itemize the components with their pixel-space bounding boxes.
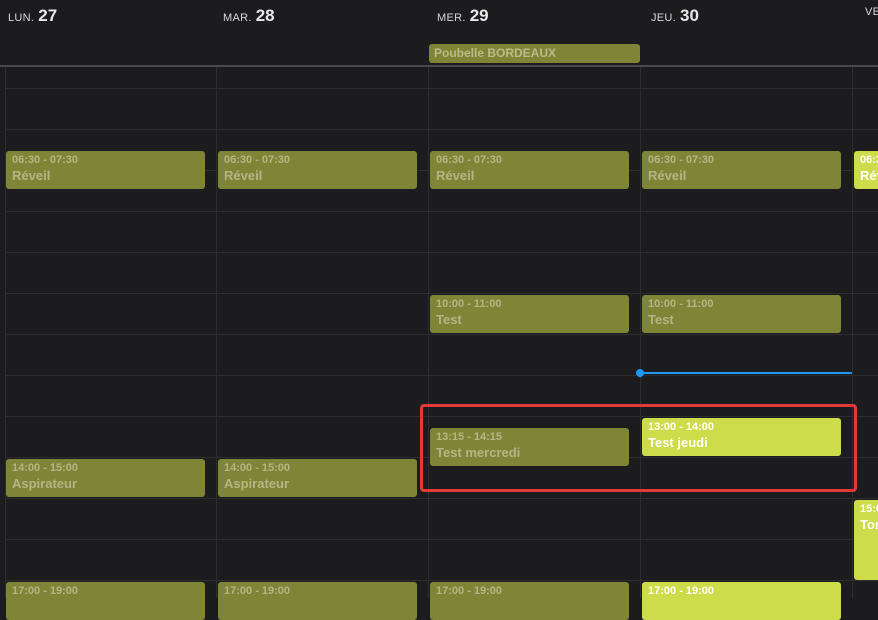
- day-number: 30: [680, 6, 699, 25]
- highlight-box: [420, 404, 857, 492]
- day-header-tue[interactable]: MAR. 28: [223, 6, 275, 26]
- event-title: Réveil: [224, 168, 263, 183]
- event-title: Aspirateur: [224, 476, 290, 491]
- event-title: Aspirateur: [12, 476, 78, 491]
- day-header-thu[interactable]: JEU. 30: [651, 6, 699, 26]
- hour-line: [5, 539, 878, 540]
- event-time: 06:30 - 07:30: [648, 154, 715, 166]
- event-title: Test: [648, 312, 674, 327]
- allday-event[interactable]: Poubelle BORDEAUX: [429, 44, 640, 63]
- hour-line: [5, 375, 878, 376]
- event-time: 14:00 - 15:00: [224, 462, 291, 474]
- hour-line: [5, 580, 878, 581]
- event-time: 17:00 - 19:00: [224, 585, 291, 597]
- event-reveil-fri[interactable]: 06:3 Rév: [854, 151, 878, 189]
- event-time: 17:00 - 19:00: [648, 585, 715, 597]
- hour-line: [5, 498, 878, 499]
- day-number: 29: [469, 6, 489, 25]
- event-aspirateur-tue[interactable]: 14:00 - 15:00 Aspirateur: [218, 459, 417, 497]
- event-title: Rév: [860, 168, 878, 183]
- event-evening-tue[interactable]: 17:00 - 19:00: [218, 582, 417, 620]
- hour-line: [5, 252, 878, 253]
- event-reveil-mon[interactable]: 06:30 - 07:30 Réveil: [6, 151, 205, 189]
- event-reveil-thu[interactable]: 06:30 - 07:30 Réveil: [642, 151, 841, 189]
- event-evening-thu[interactable]: 17:00 - 19:00: [642, 582, 841, 620]
- day-column-divider: [640, 67, 641, 598]
- hour-line: [5, 88, 878, 89]
- day-column-divider: [852, 67, 853, 598]
- day-header-mon[interactable]: LUN. 27: [8, 6, 57, 26]
- event-title: Réveil: [436, 168, 475, 183]
- current-time-dot: [636, 369, 644, 377]
- event-time: 17:00 - 19:00: [436, 585, 503, 597]
- event-time: 10:00 - 11:00: [648, 298, 714, 310]
- day-header-wed[interactable]: MER. 29: [437, 6, 489, 26]
- day-name: JEU.: [651, 12, 677, 24]
- event-time: 06:30 - 07:30: [224, 154, 291, 166]
- event-title: Test: [436, 312, 462, 327]
- event-time: 14:00 - 15:00: [12, 462, 79, 474]
- event-title: Réveil: [12, 168, 51, 183]
- calendar-header: LUN. 27 MAR. 28 MER. 29 JEU. 30 VE Poube…: [0, 0, 878, 66]
- event-fri-1500[interactable]: 15:0 Ton: [854, 500, 878, 580]
- event-time: 17:00 - 19:00: [12, 585, 79, 597]
- event-time: 15:0: [860, 503, 878, 515]
- day-column-divider: [216, 67, 217, 598]
- event-time: 06:30 - 07:30: [12, 154, 79, 166]
- event-reveil-wed[interactable]: 06:30 - 07:30 Réveil: [430, 151, 629, 189]
- event-aspirateur-mon[interactable]: 14:00 - 15:00 Aspirateur: [6, 459, 205, 497]
- event-title: Ton: [860, 517, 878, 532]
- day-column-divider: [5, 67, 6, 598]
- hour-line: [5, 211, 878, 212]
- event-title: Réveil: [648, 168, 687, 183]
- event-evening-mon[interactable]: 17:00 - 19:00: [6, 582, 205, 620]
- day-name: MER.: [437, 12, 466, 24]
- event-test-wed[interactable]: 10:00 - 11:00 Test: [430, 295, 629, 333]
- event-reveil-tue[interactable]: 06:30 - 07:30 Réveil: [218, 151, 417, 189]
- day-header-fri[interactable]: VE: [865, 6, 878, 18]
- event-time: 06:30 - 07:30: [436, 154, 503, 166]
- day-name: LUN.: [8, 12, 35, 24]
- current-time-line: [640, 372, 852, 374]
- hour-line: [5, 293, 878, 294]
- day-column-divider: [428, 67, 429, 598]
- event-time: 06:3: [860, 154, 878, 166]
- event-test-thu[interactable]: 10:00 - 11:00 Test: [642, 295, 841, 333]
- event-time: 10:00 - 11:00: [436, 298, 502, 310]
- day-number: 27: [38, 6, 58, 25]
- hour-line: [5, 334, 878, 335]
- event-evening-wed[interactable]: 17:00 - 19:00: [430, 582, 629, 620]
- day-number: 28: [255, 6, 275, 25]
- day-name: VE: [865, 6, 878, 18]
- hour-line: [5, 129, 878, 130]
- day-name: MAR.: [223, 12, 252, 24]
